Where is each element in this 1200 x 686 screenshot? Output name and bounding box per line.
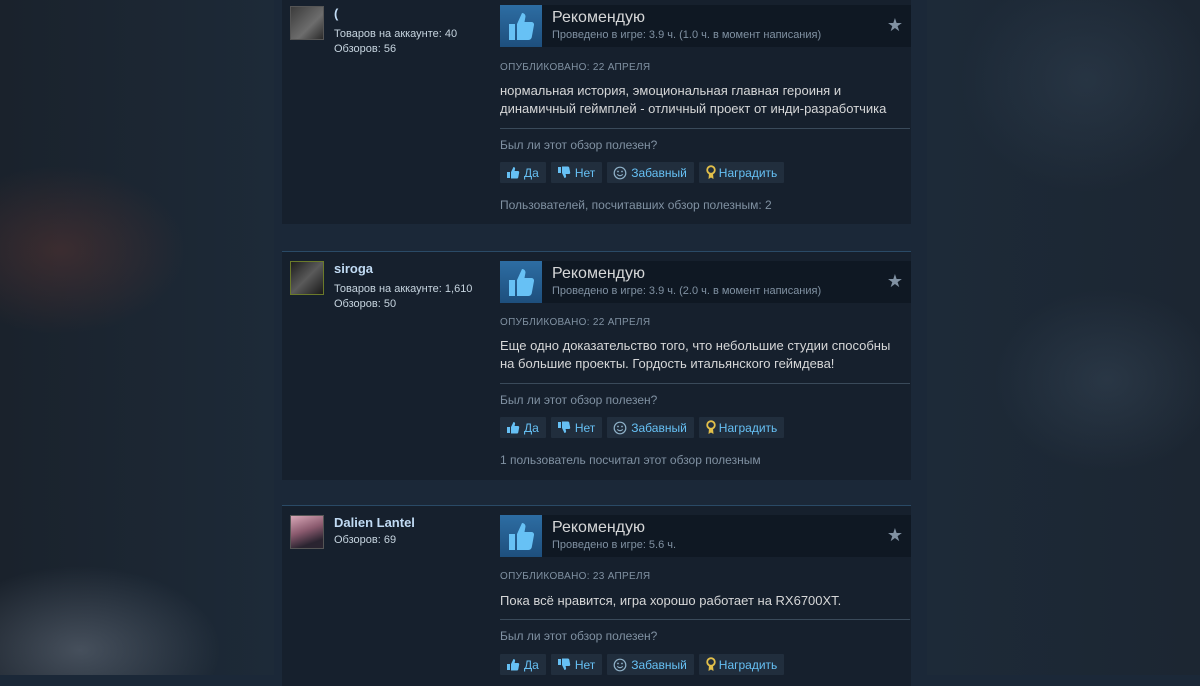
funny-button[interactable]: Забавный <box>607 162 694 183</box>
funny-label: Забавный <box>631 420 687 435</box>
products-count[interactable]: Товаров на аккаунте: 1,610 <box>334 282 472 297</box>
no-label: Нет <box>574 657 596 672</box>
yes-label: Да <box>524 165 539 180</box>
yes-label: Да <box>524 657 539 672</box>
review-text: Еще одно доказательство того, что неболь… <box>500 338 891 371</box>
author-name[interactable]: ( <box>334 6 338 21</box>
verdict-title: Рекомендую <box>552 9 646 26</box>
no-label: Нет <box>574 165 596 180</box>
playtime: Проведено в игре: 3.9 ч. (1.0 ч. в момен… <box>552 29 822 41</box>
review-text: нормальная история, эмоциональная главна… <box>500 83 887 116</box>
rating-buttons: Да Нет Забавный Наградить <box>500 162 785 183</box>
reviews-count[interactable]: Обзоров: 69 <box>334 533 396 548</box>
author-name[interactable]: siroga <box>334 261 373 276</box>
divider <box>500 128 910 129</box>
reviews-count[interactable]: Обзоров: 56 <box>334 42 396 57</box>
award-label: Наградить <box>718 420 778 435</box>
thumbs-down-icon <box>557 166 571 179</box>
review-card: Dalien Lantel Обзоров: 69 Рекомендую Про… <box>282 505 911 686</box>
award-button[interactable]: Наградить <box>698 417 785 438</box>
thumbs-down-icon <box>557 421 571 434</box>
thumbs-down-icon <box>557 658 571 671</box>
no-button[interactable]: Нет <box>550 417 603 438</box>
recommend-thumb-icon <box>500 515 542 557</box>
products-count[interactable]: Товаров на аккаунте: 40 <box>334 27 457 42</box>
helpful-count: Пользователей, посчитавших обзор полезны… <box>500 198 772 212</box>
verdict-bar[interactable]: Рекомендую Проведено в игре: 5.6 ч. ★ <box>500 515 911 557</box>
rating-buttons: Да Нет Забавный Наградить <box>500 417 785 438</box>
no-button[interactable]: Нет <box>550 162 603 183</box>
author-name[interactable]: Dalien Lantel <box>334 515 415 530</box>
award-label: Наградить <box>718 657 778 672</box>
verdict-title: Рекомендую <box>552 519 646 536</box>
posted-date: ОПУБЛИКОВАНО: 23 АПРЕЛЯ <box>500 571 651 582</box>
helpful-question: Был ли этот обзор полезен? <box>500 393 658 407</box>
verdict-title: Рекомендую <box>552 265 646 282</box>
verdict-bar[interactable]: Рекомендую Проведено в игре: 3.9 ч. (1.0… <box>500 5 911 47</box>
funny-label: Забавный <box>631 165 687 180</box>
helpful-count: 1 пользователь посчитал этот обзор полез… <box>500 453 761 467</box>
thumbs-up-icon <box>506 166 520 179</box>
no-label: Нет <box>574 420 596 435</box>
thumbs-up-icon <box>506 421 520 434</box>
posted-date: ОПУБЛИКОВАНО: 22 АПРЕЛЯ <box>500 317 651 328</box>
divider <box>500 619 910 620</box>
smiley-icon <box>613 166 627 180</box>
background-right <box>927 0 1200 675</box>
posted-date: ОПУБЛИКОВАНО: 22 АПРЕЛЯ <box>500 62 651 73</box>
funny-label: Забавный <box>631 657 687 672</box>
yes-button[interactable]: Да <box>500 654 546 675</box>
review-card: ( Товаров на аккаунте: 40 Обзоров: 56 Ре… <box>282 0 911 224</box>
verdict-bar[interactable]: Рекомендую Проведено в игре: 3.9 ч. (2.0… <box>500 261 911 303</box>
yes-button[interactable]: Да <box>500 162 546 183</box>
helpful-question: Был ли этот обзор полезен? <box>500 629 658 643</box>
award-label: Наградить <box>718 165 778 180</box>
rating-buttons: Да Нет Забавный Наградить <box>500 654 785 675</box>
award-icon <box>705 165 717 180</box>
no-button[interactable]: Нет <box>550 654 603 675</box>
award-button[interactable]: Наградить <box>698 162 785 183</box>
reviews-count[interactable]: Обзоров: 50 <box>334 297 396 312</box>
smiley-icon <box>613 658 627 672</box>
thumbs-up-icon <box>506 658 520 671</box>
yes-button[interactable]: Да <box>500 417 546 438</box>
star-icon[interactable]: ★ <box>887 525 903 546</box>
review-text: Пока всё нравится, игра хорошо работает … <box>500 593 842 608</box>
avatar[interactable] <box>290 6 324 40</box>
helpful-question: Был ли этот обзор полезен? <box>500 138 658 152</box>
playtime: Проведено в игре: 5.6 ч. <box>552 539 677 551</box>
award-icon <box>705 657 717 672</box>
star-icon[interactable]: ★ <box>887 271 903 292</box>
star-icon[interactable]: ★ <box>887 15 903 36</box>
yes-label: Да <box>524 420 539 435</box>
review-card: siroga Товаров на аккаунте: 1,610 Обзоро… <box>282 251 911 480</box>
smiley-icon <box>613 421 627 435</box>
award-icon <box>705 420 717 435</box>
avatar[interactable] <box>290 261 324 295</box>
playtime: Проведено в игре: 3.9 ч. (2.0 ч. в момен… <box>552 285 822 297</box>
avatar[interactable] <box>290 515 324 549</box>
funny-button[interactable]: Забавный <box>607 654 694 675</box>
recommend-thumb-icon <box>500 5 542 47</box>
award-button[interactable]: Наградить <box>698 654 785 675</box>
divider <box>500 383 910 384</box>
recommend-thumb-icon <box>500 261 542 303</box>
funny-button[interactable]: Забавный <box>607 417 694 438</box>
background-left <box>0 0 275 675</box>
